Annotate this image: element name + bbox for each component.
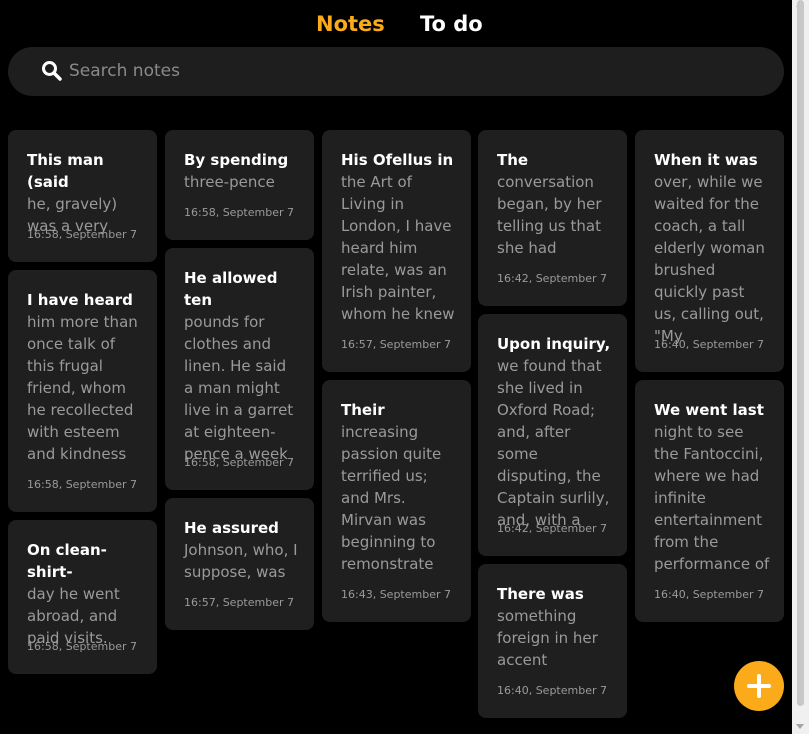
note-body: night to see the Fantoccini, where we ha… bbox=[654, 423, 770, 573]
note-body: Johnson, who, I suppose, was bbox=[184, 541, 298, 581]
scrollbar[interactable] bbox=[792, 0, 809, 734]
note-title: I have heard bbox=[27, 291, 133, 309]
note-timestamp: 16:58, September 7 bbox=[184, 206, 294, 219]
note-body: conversation began, by her telling us th… bbox=[497, 173, 602, 257]
note-timestamp: 16:43, September 7 bbox=[341, 588, 451, 601]
note-card[interactable]: He assured Johnson, who, I suppose, was 1… bbox=[165, 498, 314, 630]
add-note-button[interactable] bbox=[734, 661, 784, 711]
note-card[interactable]: Upon inquiry, we found that she lived in … bbox=[478, 314, 627, 556]
note-title: We went last bbox=[654, 401, 764, 419]
note-body: increasing passion quite terrified us; a… bbox=[341, 423, 442, 573]
note-title: There was bbox=[497, 585, 584, 603]
scrollbar-thumb[interactable] bbox=[797, 0, 804, 706]
note-body: day he went abroad, and paid visits. bbox=[27, 585, 120, 647]
plus-icon bbox=[747, 674, 771, 698]
note-body: the Art of Living in London, I have hear… bbox=[341, 173, 455, 323]
search-icon bbox=[41, 60, 63, 82]
note-timestamp: 16:40, September 7 bbox=[497, 684, 607, 697]
note-body: something foreign in her accent bbox=[497, 607, 598, 669]
note-title: On clean-shirt- bbox=[27, 541, 107, 581]
search-input[interactable]: Search notes bbox=[69, 60, 180, 82]
note-title: The bbox=[497, 151, 529, 169]
note-title: Their bbox=[341, 401, 385, 419]
scroll-down-arrow-icon[interactable] bbox=[796, 724, 804, 729]
note-title: Upon inquiry, bbox=[497, 335, 611, 353]
search-bar[interactable]: Search notes bbox=[8, 47, 784, 96]
note-timestamp: 16:57, September 7 bbox=[184, 596, 294, 609]
note-body: him more than once talk of this frugal f… bbox=[27, 313, 138, 463]
note-title: This man (said bbox=[27, 151, 104, 191]
note-card[interactable]: On clean-shirt-day he went abroad, and p… bbox=[8, 520, 157, 674]
note-card[interactable]: I have heard him more than once talk of t… bbox=[8, 270, 157, 512]
note-timestamp: 16:42, September 7 bbox=[497, 272, 607, 285]
note-timestamp: 16:40, September 7 bbox=[654, 338, 764, 351]
tab-notes[interactable]: Notes bbox=[316, 8, 385, 40]
note-card[interactable]: This man (said he, gravely) was a very 16… bbox=[8, 130, 157, 262]
note-body: pounds for clothes and linen. He said a … bbox=[184, 313, 294, 463]
note-body: three-pence bbox=[184, 173, 275, 191]
note-timestamp: 16:40, September 7 bbox=[654, 588, 764, 601]
note-body: we found that she lived in Oxford Road; … bbox=[497, 357, 610, 529]
tab-bar: Notes To do bbox=[0, 8, 792, 40]
note-card[interactable]: He allowed ten pounds for clothes and lin… bbox=[165, 248, 314, 490]
note-title: By spending bbox=[184, 151, 289, 169]
note-timestamp: 16:58, September 7 bbox=[184, 456, 294, 469]
note-timestamp: 16:58, September 7 bbox=[27, 228, 137, 241]
note-card[interactable]: His Ofellus in the Art of Living in Londo… bbox=[322, 130, 471, 372]
tab-todo[interactable]: To do bbox=[420, 8, 483, 40]
note-title: His Ofellus in bbox=[341, 151, 454, 169]
note-card[interactable]: By spending three-pence 16:58, September … bbox=[165, 130, 314, 240]
note-body: over, while we waited for the coach, a t… bbox=[654, 173, 765, 345]
note-card[interactable]: Their increasing passion quite terrified … bbox=[322, 380, 471, 622]
note-timestamp: 16:57, September 7 bbox=[341, 338, 451, 351]
note-title: When it was bbox=[654, 151, 758, 169]
note-title: He allowed ten bbox=[184, 269, 278, 309]
note-timestamp: 16:42, September 7 bbox=[497, 522, 607, 535]
note-card[interactable]: When it was over, while we waited for the… bbox=[635, 130, 784, 372]
note-timestamp: 16:58, September 7 bbox=[27, 478, 137, 491]
note-title: He assured bbox=[184, 519, 279, 537]
note-card[interactable]: There was something foreign in her accent… bbox=[478, 564, 627, 718]
note-timestamp: 16:58, September 7 bbox=[27, 640, 137, 653]
note-card[interactable]: The conversation began, by her telling us… bbox=[478, 130, 627, 306]
note-card[interactable]: We went last night to see the Fantoccini,… bbox=[635, 380, 784, 622]
